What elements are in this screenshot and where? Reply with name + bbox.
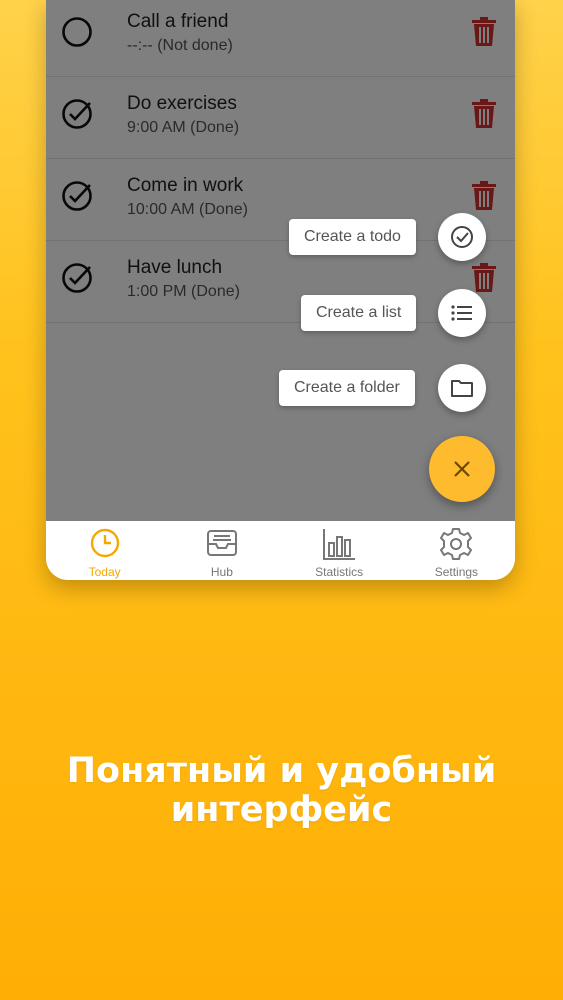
promo-line-1: Понятный и удобный [66, 751, 497, 791]
create-todo-button[interactable] [438, 213, 486, 261]
create-list-button[interactable] [438, 289, 486, 337]
tab-label: Hub [210, 565, 233, 579]
check-circle-icon [451, 226, 473, 248]
tab-hub[interactable]: Hub [163, 521, 280, 580]
tab-label: Today [88, 565, 121, 579]
create-folder-button[interactable] [438, 364, 486, 412]
create-folder-label[interactable]: Create a folder [279, 370, 415, 406]
tab-settings[interactable]: Settings [398, 521, 515, 580]
list-icon [451, 305, 472, 321]
close-fab-button[interactable] [429, 436, 495, 502]
bar-chart-icon [323, 529, 356, 560]
inbox-icon [206, 530, 237, 556]
tab-label: Statistics [315, 565, 364, 579]
gear-icon [440, 528, 473, 560]
clock-icon [90, 528, 119, 558]
create-list-label[interactable]: Create a list [301, 295, 417, 331]
tab-label: Settings [434, 565, 479, 579]
bottom-tab-bar: Today Hub Statistics Settings [46, 521, 515, 580]
folder-icon [451, 380, 473, 397]
close-icon [454, 461, 470, 477]
tab-today[interactable]: Today [46, 521, 163, 580]
promo-line-2: интерфейс [170, 790, 393, 830]
create-todo-label[interactable]: Create a todo [289, 219, 416, 255]
tab-statistics[interactable]: Statistics [281, 521, 398, 580]
